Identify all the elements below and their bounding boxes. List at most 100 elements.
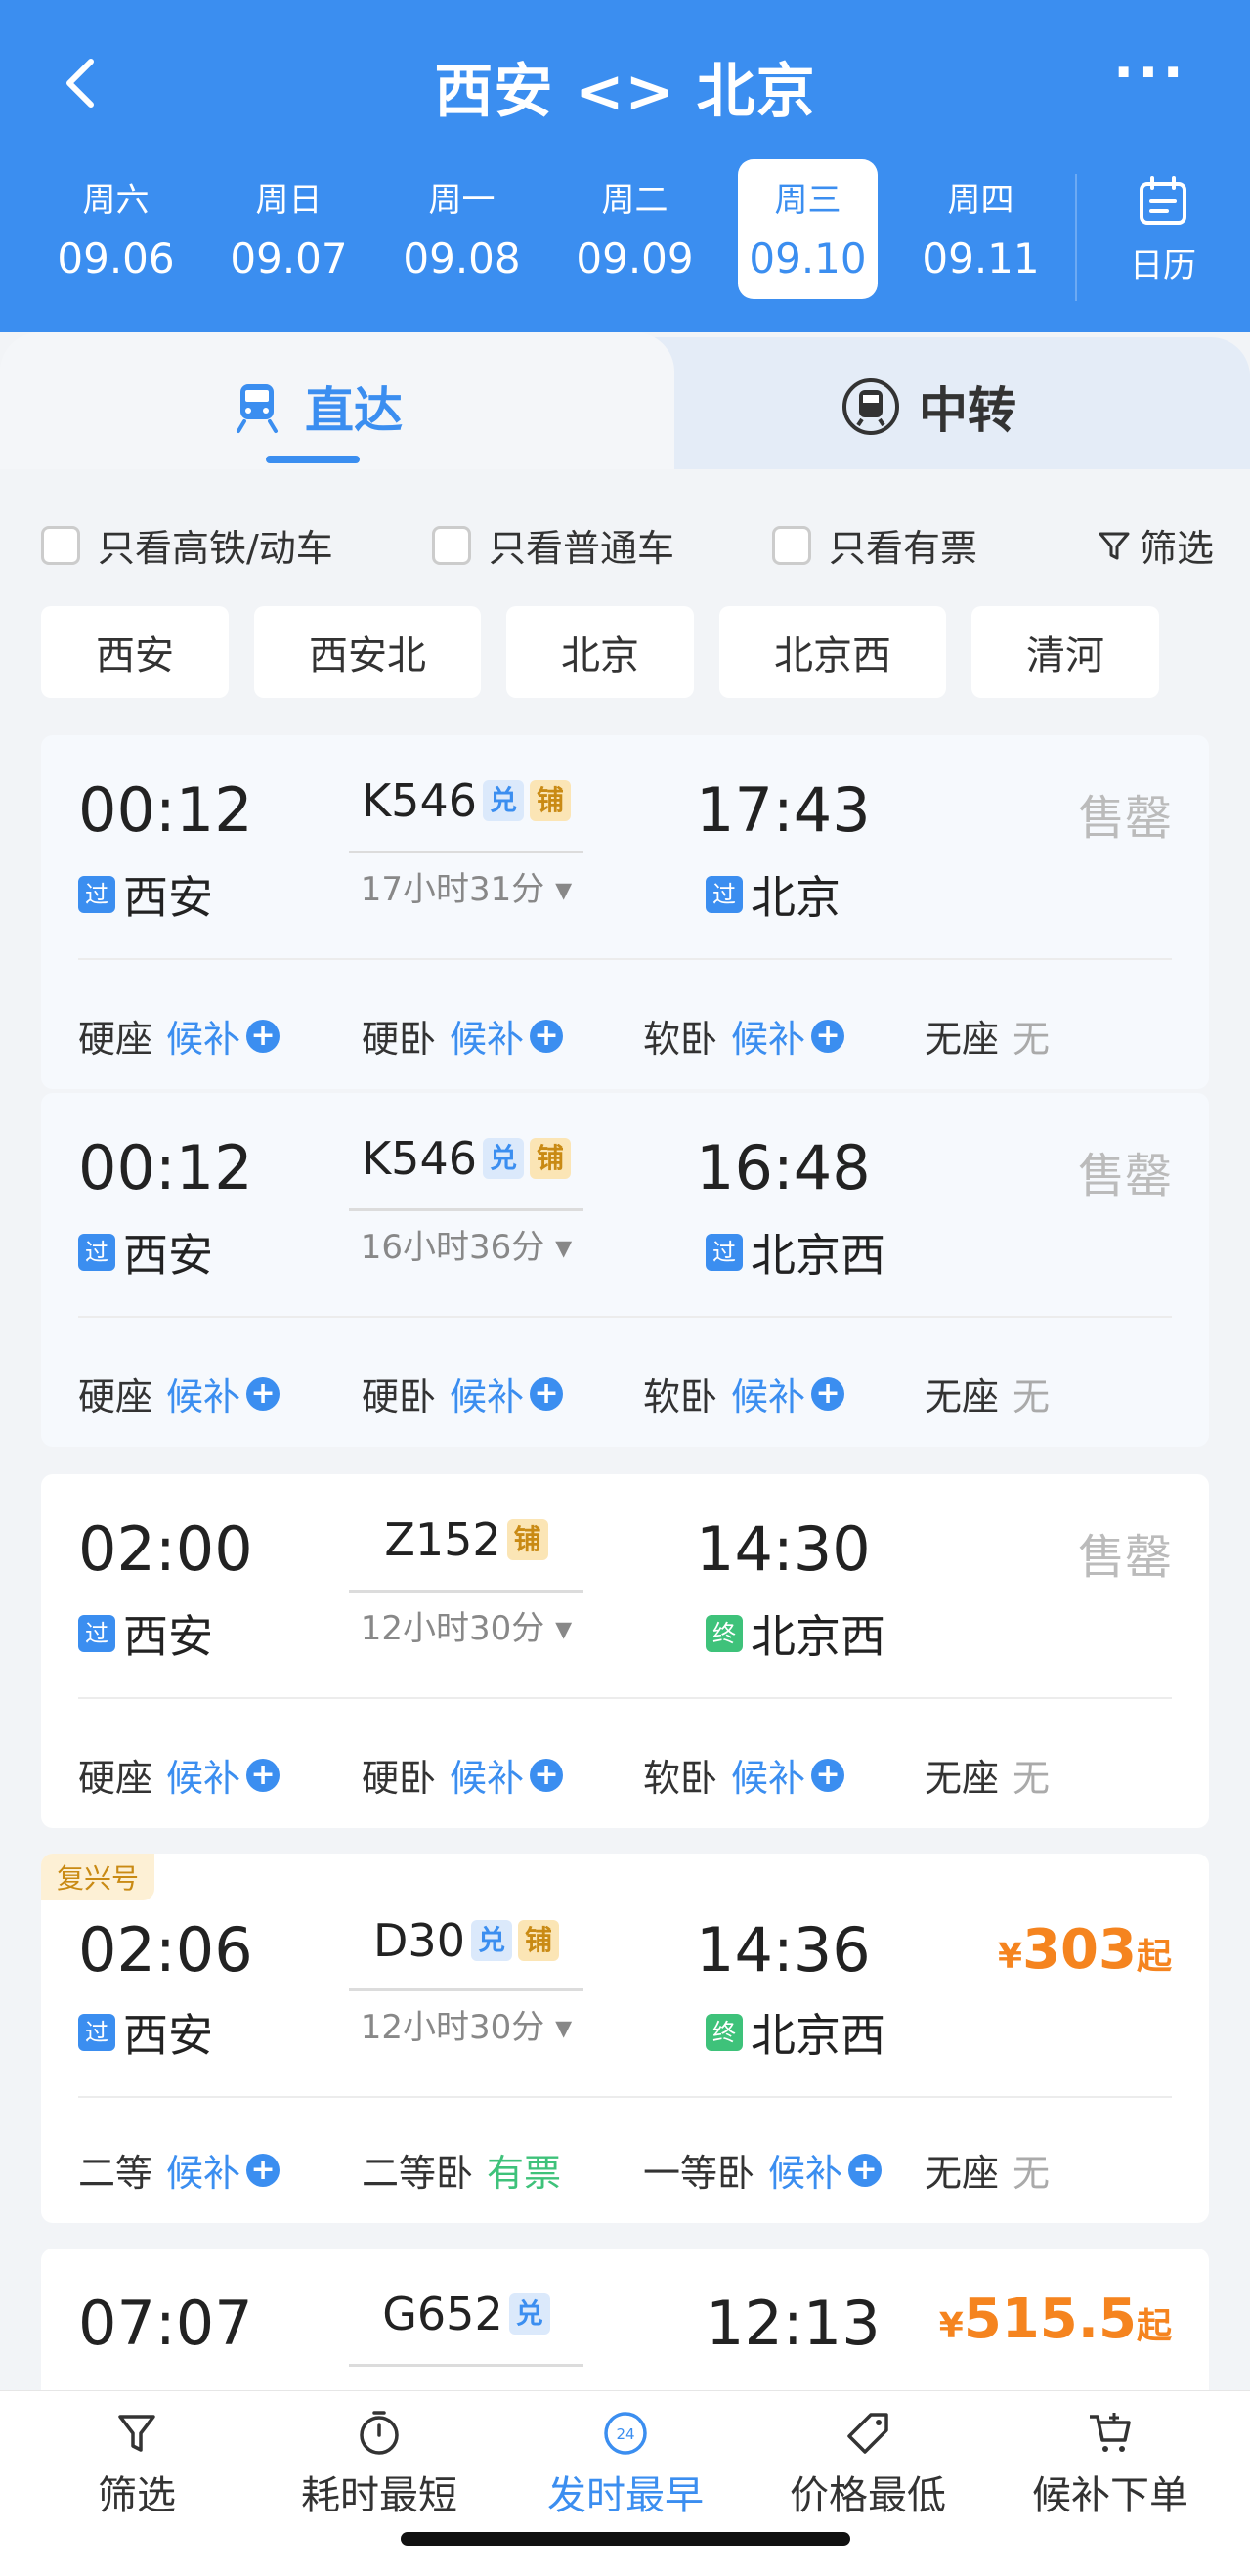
add-icon: +: [811, 1376, 845, 1411]
seat-type: 无座: [925, 1757, 1000, 1800]
route-title[interactable]: 西安 <> 北京: [0, 44, 1250, 129]
train-card[interactable]: 00:12 过西安 K546 兑铺 17小时31分 ▾ 17:43 过北京 售罄 …: [41, 735, 1209, 1089]
seat-item[interactable]: 硬卧 候补 +: [362, 1009, 564, 1063]
seat-type: 硬座: [78, 1018, 153, 1061]
seat-item[interactable]: 硬卧 候补 +: [362, 1748, 564, 1802]
seat-availability: 无: [1013, 1757, 1051, 1800]
checkbox-label: 只看高铁/动车: [98, 527, 333, 570]
seat-item[interactable]: 软卧 候补 +: [643, 1009, 845, 1063]
date-item-selected[interactable]: 周三 09.10: [738, 159, 878, 299]
seat-type: 硬卧: [362, 1018, 437, 1061]
tab-transfer-label: 中转: [919, 382, 1016, 439]
add-icon: +: [246, 2153, 280, 2187]
station-name: 西安: [123, 1610, 213, 1663]
station-name: 西安: [123, 2009, 213, 2062]
seat-item[interactable]: 硬座 候补 +: [78, 1367, 280, 1420]
fuxing-badge: 复兴号: [41, 1854, 155, 1900]
station-chip[interactable]: 北京西: [719, 606, 946, 698]
date-item[interactable]: 周日 09.07: [202, 159, 375, 299]
seat-type: 软卧: [643, 1375, 718, 1419]
seat-type: 二等: [78, 2152, 153, 2195]
departure-time: 00:12: [78, 774, 253, 846]
duration-text: 16小时36分: [360, 1228, 545, 1267]
checkbox-label: 只看普通车: [489, 527, 675, 570]
date-weekday: 周四: [947, 181, 1014, 220]
train-number[interactable]: D30 兑铺: [349, 1914, 583, 1967]
clock-24-icon: 24: [604, 2412, 647, 2455]
tab-direct[interactable]: 直达: [227, 371, 403, 442]
add-icon: +: [246, 1019, 280, 1053]
date-day: 09.11: [922, 235, 1040, 283]
home-indicator: [401, 2532, 850, 2546]
train-no: Z152: [384, 1513, 501, 1566]
date-day: 09.08: [403, 235, 521, 283]
seat-item[interactable]: 一等卧 候补 +: [643, 2143, 883, 2197]
waitlist-label: 候补: [731, 1375, 806, 1419]
arrival-station: 终北京西: [706, 1601, 885, 1666]
sort-earliest-button[interactable]: 24 发时最早: [518, 2409, 733, 2520]
exchange-tag: 兑: [482, 1138, 524, 1179]
train-number[interactable]: G652 兑: [349, 2288, 583, 2340]
train-number[interactable]: K546 兑铺: [349, 1132, 583, 1185]
duration-text: 17小时31分: [360, 870, 545, 909]
waitlist-order-button[interactable]: 候补下单: [1003, 2409, 1218, 2520]
normal-train-checkbox[interactable]: 只看普通车: [432, 518, 674, 572]
calendar-button[interactable]: 日历: [1114, 174, 1212, 286]
tab-direct-label: 直达: [305, 382, 403, 439]
seat-item: 无座无: [925, 2143, 1050, 2197]
exchange-tag: 兑: [470, 1920, 512, 1961]
terminal-badge: 终: [706, 2014, 743, 2051]
tab-transfer[interactable]: 中转: [841, 371, 1016, 442]
train-number[interactable]: K546 兑铺: [349, 774, 583, 827]
train-card[interactable]: 02:00 过西安 Z152 铺 12小时30分 ▾ 14:30 终北京西 售罄 …: [41, 1474, 1209, 1828]
route-line: [349, 1208, 583, 1211]
date-item[interactable]: 周一 09.08: [375, 159, 548, 299]
seat-item[interactable]: 硬座 候补 +: [78, 1748, 280, 1802]
date-item[interactable]: 周二 09.09: [548, 159, 721, 299]
station-name: 北京西: [751, 1229, 885, 1282]
station-name: 西安: [123, 871, 213, 924]
departure-time: 02:00: [78, 1513, 253, 1585]
filter-button[interactable]: 筛选: [1097, 518, 1214, 572]
duration[interactable]: 16小时36分 ▾: [349, 1220, 583, 1268]
price-suffix: 起: [1136, 2306, 1172, 2346]
duration[interactable]: 12小时30分 ▾: [349, 2000, 583, 2048]
station-chips: 西安 西安北 北京 北京西 清河: [41, 606, 1185, 698]
divider: [78, 1316, 1172, 1318]
seat-item[interactable]: 硬卧 候补 +: [362, 1367, 564, 1420]
train-number[interactable]: Z152 铺: [349, 1513, 583, 1566]
station-chip[interactable]: 西安: [41, 606, 229, 698]
high-speed-checkbox[interactable]: 只看高铁/动车: [41, 518, 333, 572]
seat-item[interactable]: 硬座 候补 +: [78, 1009, 280, 1063]
date-item[interactable]: 周四 09.11: [894, 159, 1067, 299]
seat-item[interactable]: 二等 候补 +: [78, 2143, 280, 2197]
more-icon[interactable]: ···: [1113, 46, 1191, 101]
station-chip[interactable]: 清河: [971, 606, 1159, 698]
add-icon: +: [811, 1019, 845, 1053]
seat-item[interactable]: 软卧 候补 +: [643, 1748, 845, 1802]
sort-filter-button[interactable]: 筛选: [29, 2409, 244, 2520]
sort-cheapest-button[interactable]: 价格最低: [760, 2409, 975, 2520]
departure-station: 过西安: [78, 1601, 213, 1666]
divider: [78, 2096, 1172, 2098]
seat-item[interactable]: 软卧 候补 +: [643, 1367, 845, 1420]
waitlist-label: 候补: [450, 1757, 525, 1800]
sort-shortest-button[interactable]: 耗时最短: [272, 2409, 487, 2520]
date-item[interactable]: 周六 09.06: [29, 159, 202, 299]
station-chip[interactable]: 北京: [506, 606, 694, 698]
waitlist-label: 候补: [450, 1375, 525, 1419]
duration[interactable]: 17小时31分 ▾: [349, 862, 583, 910]
price-suffix: 起: [1136, 1937, 1172, 1977]
add-icon: +: [246, 1758, 280, 1792]
train-card[interactable]: 00:12 过西安 K546 兑铺 16小时36分 ▾ 16:48 过北京西 售罄…: [41, 1093, 1209, 1447]
available-only-checkbox[interactable]: 只看有票: [772, 518, 977, 572]
duration-text: 12小时30分: [360, 2008, 545, 2047]
seat-item[interactable]: 二等卧 有票: [362, 2143, 561, 2197]
station-chip[interactable]: 西安北: [254, 606, 481, 698]
date-day: 09.07: [230, 235, 348, 283]
duration[interactable]: 12小时30分 ▾: [349, 1601, 583, 1649]
departure-time: 00:12: [78, 1132, 253, 1203]
arrival-time: 12:13: [706, 2288, 881, 2359]
train-card[interactable]: 复兴号 02:06 过西安 D30 兑铺 12小时30分 ▾ 14:36 终北京西…: [41, 1854, 1209, 2223]
dropdown-icon: ▾: [555, 870, 573, 909]
